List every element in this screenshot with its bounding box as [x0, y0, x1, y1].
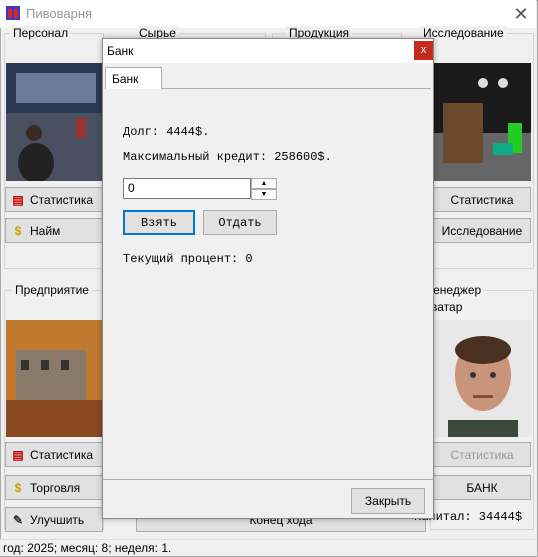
enterprise-group-label: Предприятие — [12, 283, 92, 297]
tab-bank[interactable]: Банк — [105, 67, 162, 89]
trade-button[interactable]: $ Торговля — [5, 475, 103, 500]
clipboard-icon: ▤ — [12, 447, 24, 462]
close-dialog-button[interactable]: Закрыть — [351, 488, 425, 514]
window-close-button[interactable]: ✕ — [508, 2, 534, 26]
wrench-icon: ✎ — [12, 512, 24, 527]
clipboard-icon: ▤ — [12, 192, 24, 207]
give-button[interactable]: Отдать — [203, 210, 277, 235]
personnel-image — [6, 63, 102, 181]
window-title: Пивоварня — [26, 6, 93, 21]
research-image — [433, 63, 531, 181]
personnel-group-label: Персонал — [10, 26, 72, 40]
max-credit-label: Максимальный кредит: 258600$. — [123, 150, 332, 164]
stats-button-manager[interactable]: Статистика — [433, 442, 531, 467]
dialog-footer-divider — [103, 479, 433, 480]
stats-button-research[interactable]: Статистика — [433, 187, 531, 212]
take-button[interactable]: Взять — [123, 210, 195, 235]
dialog-title-bar — [103, 39, 433, 63]
stats-button-personnel[interactable]: ▤ Статистика — [5, 187, 103, 212]
research-button[interactable]: Исследование — [433, 218, 531, 243]
bank-dialog: Банк x Банк Долг: 4444$. Максимальный кр… — [102, 38, 434, 519]
amount-input[interactable]: 0 — [123, 178, 251, 199]
status-bar: год: 2025; месяц: 8; неделя: 1. — [0, 539, 536, 556]
dialog-close-button[interactable]: x — [414, 41, 433, 60]
dialog-title: Банк — [107, 44, 134, 58]
dollar-icon: $ — [14, 480, 22, 495]
bank-button[interactable]: БАНК — [433, 475, 531, 500]
debt-label: Долг: 4444$. — [123, 125, 210, 139]
upgrade-button[interactable]: ✎ Улучшить — [5, 507, 103, 532]
app-icon — [6, 6, 20, 20]
dollar-icon: $ — [14, 223, 22, 238]
enterprise-image — [6, 320, 102, 437]
tab-panel — [105, 88, 431, 476]
hire-button[interactable]: $ Найм — [5, 218, 103, 243]
stats-button-enterprise[interactable]: ▤ Статистика — [5, 442, 103, 467]
avatar-image — [433, 320, 531, 437]
spin-up-button[interactable]: ▲ — [251, 178, 277, 189]
spin-down-button[interactable]: ▼ — [251, 189, 277, 200]
rate-label: Текущий процент: 0 — [123, 252, 253, 266]
